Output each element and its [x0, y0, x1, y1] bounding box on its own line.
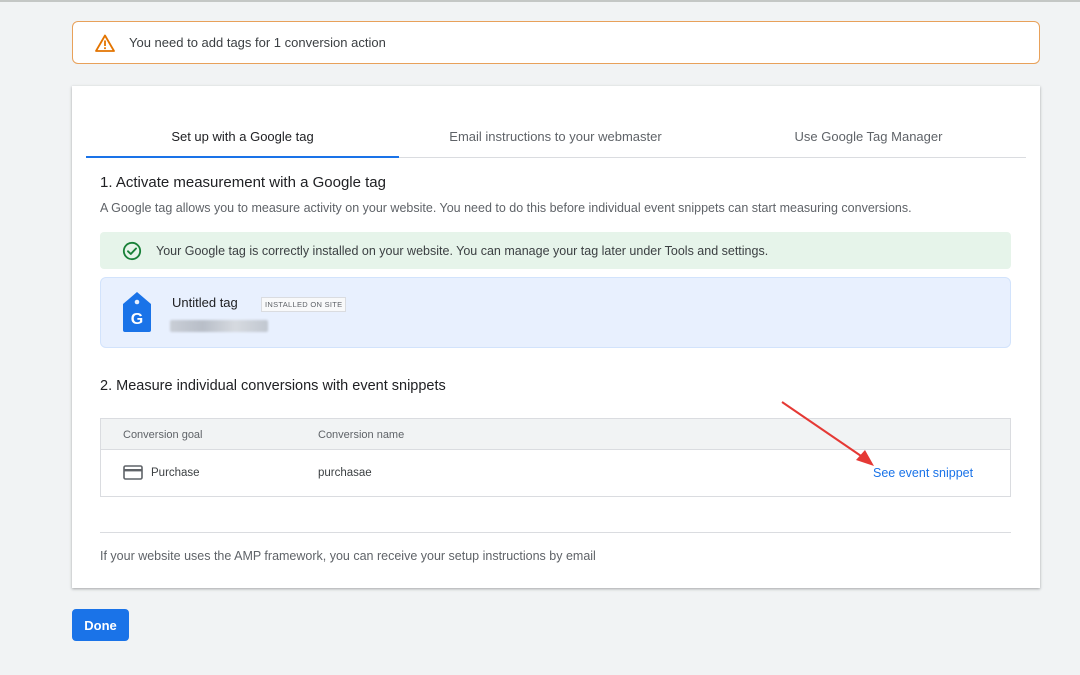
- done-button[interactable]: Done: [72, 609, 129, 641]
- google-tag-card: G Untitled tag INSTALLED ON SITE: [100, 277, 1011, 348]
- tag-success-banner: Your Google tag is correctly installed o…: [100, 232, 1011, 269]
- table-row: Purchase purchasae See event snippet: [101, 450, 1010, 496]
- conversions-table: Conversion goal Conversion name Purchase…: [100, 418, 1011, 497]
- section2-title: 2. Measure individual conversions with e…: [100, 378, 446, 394]
- top-border: [0, 0, 1080, 2]
- amp-instructions-text: If your website uses the AMP framework, …: [100, 549, 596, 563]
- success-text: Your Google tag is correctly installed o…: [156, 243, 769, 258]
- tab-email-webmaster[interactable]: Email instructions to your webmaster: [399, 116, 712, 157]
- tab-google-tag[interactable]: Set up with a Google tag: [86, 116, 399, 158]
- tag-name: Untitled tag: [172, 295, 238, 310]
- installed-badge: INSTALLED ON SITE: [261, 297, 347, 312]
- tag-id-redacted: [170, 320, 268, 332]
- conversion-alert: You need to add tags for 1 conversion ac…: [72, 21, 1040, 64]
- section1-title: 1. Activate measurement with a Google ta…: [100, 174, 386, 191]
- setup-card: Set up with a Google tag Email instructi…: [72, 86, 1040, 588]
- check-circle-icon: [122, 241, 142, 260]
- google-tag-icon: G: [123, 292, 151, 332]
- tab-google-tag-manager[interactable]: Use Google Tag Manager: [712, 116, 1025, 157]
- section1-description: A Google tag allows you to measure activ…: [100, 201, 912, 215]
- svg-text:G: G: [131, 311, 143, 328]
- table-header: Conversion goal Conversion name: [101, 419, 1010, 450]
- setup-tabs: Set up with a Google tag Email instructi…: [86, 116, 1026, 158]
- conversion-goal-value: Purchase: [151, 467, 200, 479]
- section-divider: [100, 532, 1011, 533]
- column-conversion-name: Conversion name: [318, 429, 405, 441]
- alert-text: You need to add tags for 1 conversion ac…: [129, 35, 386, 50]
- column-conversion-goal: Conversion goal: [123, 429, 203, 441]
- see-event-snippet-link[interactable]: See event snippet: [873, 466, 973, 480]
- credit-card-icon: [123, 465, 143, 480]
- warning-icon: [95, 34, 115, 52]
- conversion-name-value: purchasae: [318, 467, 372, 479]
